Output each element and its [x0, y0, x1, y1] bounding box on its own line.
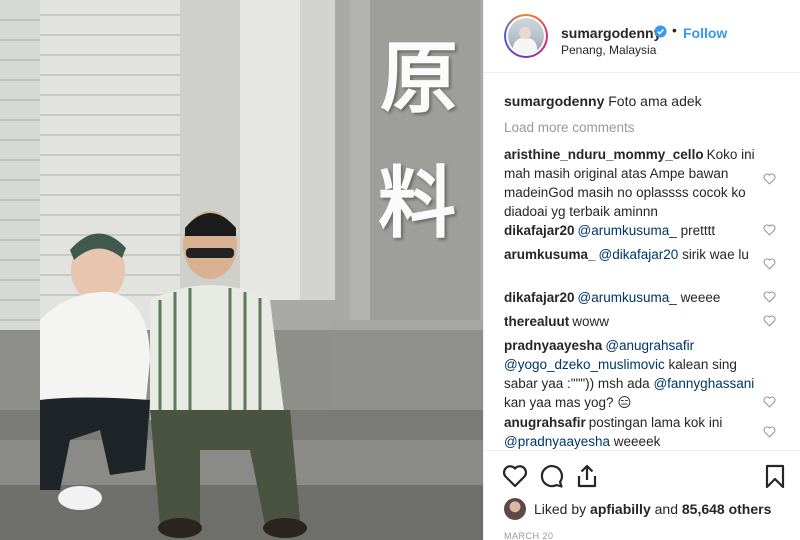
comment-item: therealuut woww [504, 312, 759, 331]
heart-icon[interactable] [763, 426, 776, 438]
sign-character-1: 原 [380, 33, 459, 124]
comment-item: aristhine_nduru_mommy_cello Koko ini mah … [504, 145, 759, 221]
load-more-comments-button[interactable]: Load more comments [504, 120, 635, 135]
comment-item: dikafajar20 @arumkusuma_ pretttt [504, 221, 759, 240]
post-date[interactable]: MARCH 20 [504, 531, 554, 540]
comment-icon[interactable] [538, 463, 564, 489]
follow-button[interactable]: Follow [683, 25, 727, 41]
heart-icon[interactable] [763, 315, 776, 327]
post-photo[interactable]: 原 料 [0, 0, 483, 540]
comment-item: anugrahsafir postingan lama kok ini @prad… [504, 413, 759, 451]
sign-character-2: 料 [378, 158, 457, 249]
likes-summary: Liked by apfiabilly and 85,648 others [534, 501, 771, 517]
comment-text: postingan lama kok ini [588, 415, 723, 430]
post-side-panel: sumargodenny • Follow Penang, Malaysia s… [483, 0, 800, 540]
caption-username[interactable]: sumargodenny [504, 93, 604, 109]
liker-avatar[interactable] [504, 498, 526, 520]
comment-username[interactable]: aristhine_nduru_mommy_cello [504, 147, 704, 162]
comment-username[interactable]: arumkusuma_ [504, 247, 596, 262]
comment-text: pretttt [680, 223, 716, 238]
header-separator: • [672, 22, 677, 38]
post-username[interactable]: sumargodenny [561, 25, 661, 41]
comments-list[interactable]: sumargodenny Foto ama adek Load more com… [484, 85, 800, 460]
liked-by-count[interactable]: 85,648 others [682, 501, 772, 517]
comment-mention[interactable]: @yogo_dzeko_muslimovic [504, 357, 665, 372]
comment-username[interactable]: dikafajar20 [504, 290, 575, 305]
comment-mention[interactable]: @pradnyaayesha [504, 434, 610, 449]
comment-mention[interactable]: @fannyghassani [653, 376, 754, 391]
comment-mention[interactable]: @arumkusuma_ [578, 223, 677, 238]
post-header: sumargodenny • Follow Penang, Malaysia [484, 0, 800, 73]
liked-by-and: and [654, 501, 678, 517]
comment-text: weeee [680, 290, 721, 305]
liked-by-prefix: Liked by [534, 501, 587, 517]
comment-mention[interactable]: @dikafajar20 [599, 247, 679, 262]
heart-icon[interactable] [763, 291, 776, 303]
avatar[interactable] [504, 14, 548, 58]
heart-icon[interactable] [763, 224, 776, 236]
heart-icon[interactable] [763, 258, 776, 270]
comment-text: woww [572, 314, 610, 329]
post-location[interactable]: Penang, Malaysia [561, 43, 656, 57]
liked-by-user[interactable]: apfiabilly [590, 501, 651, 517]
comment-item: arumkusuma_ @dikafajar20 sirik wae lu [504, 245, 759, 264]
heart-icon[interactable] [763, 173, 776, 185]
comment-item: dikafajar20 @arumkusuma_ weeee [504, 288, 759, 307]
comment-mention[interactable]: @arumkusuma_ [578, 290, 677, 305]
post-actions-footer: Liked by apfiabilly and 85,648 others MA… [484, 450, 800, 540]
comment-mention[interactable]: @anugrahsafir [605, 338, 694, 353]
bookmark-icon[interactable] [762, 463, 788, 489]
share-icon[interactable] [574, 463, 600, 489]
caption-text: Foto ama adek [608, 93, 702, 109]
comment-username[interactable]: anugrahsafir [504, 415, 586, 430]
comment-text: sirik wae lu [682, 247, 749, 262]
comment-username[interactable]: therealuut [504, 314, 569, 329]
comment-text: kan yaa mas yog? 😑 [504, 395, 632, 410]
comment-text: weeeek [613, 434, 661, 449]
like-icon[interactable] [502, 463, 528, 489]
comment-username[interactable]: dikafajar20 [504, 223, 575, 238]
avatar-image [508, 18, 544, 54]
heart-icon[interactable] [763, 396, 776, 408]
verified-badge-icon [654, 25, 667, 38]
post-caption: sumargodenny Foto ama adek [504, 93, 702, 109]
comment-username[interactable]: pradnyaayesha [504, 338, 602, 353]
comment-item: pradnyaayesha @anugrahsafir @yogo_dzeko_m… [504, 336, 759, 412]
